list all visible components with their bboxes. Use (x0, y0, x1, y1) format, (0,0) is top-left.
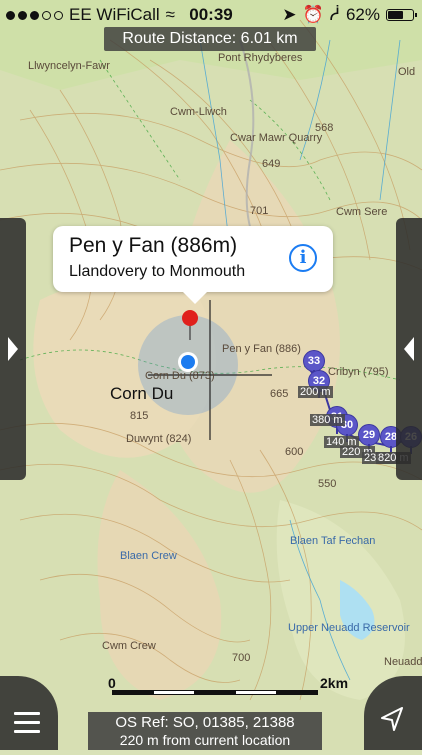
map-label-upper-neuadd: Upper Neuadd Reservoir (288, 622, 410, 634)
location-arrow-icon: ➤ (282, 5, 297, 24)
info-icon[interactable]: i (289, 244, 317, 272)
map-label-pen-y-fan: Pen y Fan (886) (222, 343, 301, 355)
map-label-duwynt: Duwynt (824) (126, 433, 192, 445)
map-label-701: 701 (250, 205, 269, 217)
map-label-cwar-mawr: Cwar Mawr Quarry (230, 132, 323, 144)
map-label-600: 600 (285, 446, 304, 458)
map-label-cwm-crew: Cwm Crew (102, 640, 156, 652)
battery-icon (386, 9, 417, 21)
callout-title: Pen y Fan (886m) (69, 234, 238, 257)
os-reference-bar: OS Ref: SO, 01385, 21388 220 m from curr… (88, 712, 322, 750)
route-distance-banner: Route Distance: 6.01 km (104, 27, 316, 51)
map-label-corn-du: Corn Du (110, 384, 174, 403)
map-label-cwm-llwch: Cwm-Llwch (170, 106, 227, 118)
map-label-665: 665 (270, 388, 289, 400)
map-label-550: 550 (318, 478, 337, 490)
bluetooth-icon: ᓲ (329, 5, 340, 24)
right-panel-toggle[interactable] (396, 218, 422, 480)
waypoint-marker[interactable]: 33 (303, 350, 325, 378)
map-label-700: 700 (232, 652, 251, 664)
location-callout[interactable]: Pen y Fan (886m) Llandovery to Monmouth … (53, 226, 333, 304)
map-label-corn-du-small: Corn Du (873) (145, 370, 215, 382)
distance-tag: 200 m (298, 386, 333, 398)
os-ref-text: OS Ref: SO, 01385, 21388 (115, 714, 295, 731)
map-label-cribyn: Cribyn (795) (328, 366, 389, 378)
map-label-649: 649 (262, 158, 281, 170)
locate-me-button[interactable] (364, 676, 422, 750)
scale-end-label: 2km (320, 675, 349, 691)
alarm-icon: ⏰ (302, 5, 324, 24)
map-label-old: Old (398, 66, 416, 78)
left-panel-toggle[interactable] (0, 218, 26, 480)
map-label-neuadd: Neuadd (384, 656, 422, 668)
distance-tag: 380 m (310, 414, 345, 426)
map-label-cwm-sere: Cwm Sere (336, 206, 388, 218)
chevron-right-icon (8, 337, 18, 361)
distance-from-location: 220 m from current location (119, 732, 291, 748)
scale-bar (112, 690, 318, 696)
map-label-blaen-crew: Blaen Crew (120, 550, 177, 562)
status-bar: EE WiFiCall ≈ 00:39 ➤ ⏰ ᓲ 62% (0, 0, 422, 30)
scale-start-label: 0 (108, 675, 116, 691)
map-label-pont: Pont Rhydyberes (218, 52, 303, 64)
map-label-568: 568 (315, 122, 334, 134)
map-label-blaen-taf: Blaen Taf Fechan (290, 535, 376, 547)
map-label-815: 815 (130, 410, 149, 422)
navigation-arrow-icon (381, 707, 403, 731)
chevron-left-icon (404, 337, 414, 361)
callout-subtitle: Llandovery to Monmouth (69, 263, 246, 280)
map-label-llwyncelyn: Llwyncelyn-Fawr (28, 60, 110, 72)
battery-percent: 62% (345, 5, 380, 24)
waypoint-marker[interactable]: 29 (358, 424, 380, 452)
